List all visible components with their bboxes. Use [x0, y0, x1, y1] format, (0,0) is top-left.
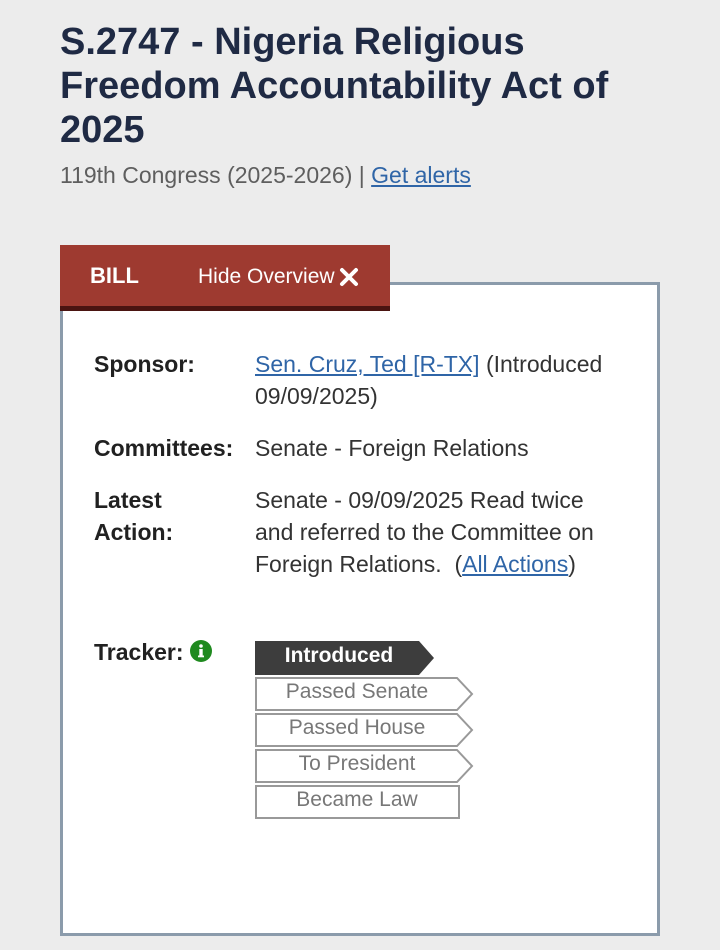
info-icon[interactable]: [189, 639, 212, 662]
tracker-step-label: Passed House: [288, 716, 426, 739]
tracker-step-label: Passed Senate: [285, 680, 429, 703]
committees-value: Senate - Foreign Relations: [255, 435, 529, 461]
latest-action-label: Latest Action:: [94, 484, 173, 548]
close-icon: [339, 268, 358, 286]
sponsor-label: Sponsor:: [94, 351, 195, 377]
sponsor-link[interactable]: Sen. Cruz, Ted [R-TX]: [255, 351, 480, 377]
page-title: S.2747 - Nigeria Religious Freedom Accou…: [60, 21, 609, 151]
tracker-step-passed-house: Passed House: [255, 713, 474, 747]
tracker-step-passed-senate: Passed Senate: [255, 677, 474, 711]
paren-close: ): [568, 551, 576, 577]
tracker-label: Tracker:: [94, 639, 184, 665]
get-alerts-link[interactable]: Get alerts: [371, 162, 471, 188]
congress-label: 119th Congress (2025-2026): [60, 162, 353, 188]
committees-label: Committees:: [94, 435, 234, 461]
tracker-step-to-president: To President: [255, 749, 474, 783]
overview-tab-bar: BILL Hide Overview: [60, 245, 390, 311]
tracker-label-row: Tracker:: [94, 636, 212, 668]
sponsor-value: Sen. Cruz, Ted [R-TX] (Introduced 09/09/…: [255, 348, 625, 412]
hide-overview-label: Hide Overview: [198, 265, 335, 288]
tracker-step-label: Became Law: [296, 788, 418, 811]
tracker-step-label: Introduced: [284, 644, 394, 667]
latest-action-label-line2: Action:: [94, 519, 174, 545]
tracker-step-became-law: Became Law: [255, 785, 460, 819]
tracker-step-label: To President: [298, 752, 416, 775]
separator: |: [358, 162, 365, 188]
latest-action-value: Senate - 09/09/2025 Read twice and refer…: [255, 484, 610, 580]
paren-open: (: [454, 551, 463, 577]
tab-bill[interactable]: BILL: [90, 262, 139, 290]
hide-overview-button[interactable]: Hide Overview: [198, 263, 359, 291]
bill-tracker: Introduced Passed Senate Passed House To…: [255, 641, 474, 821]
all-actions-link[interactable]: All Actions: [462, 551, 568, 577]
congress-line: 119th Congress (2025-2026) | Get alerts: [60, 160, 471, 190]
tracker-step-introduced: Introduced: [255, 641, 459, 675]
latest-action-label-line1: Latest: [94, 487, 162, 513]
